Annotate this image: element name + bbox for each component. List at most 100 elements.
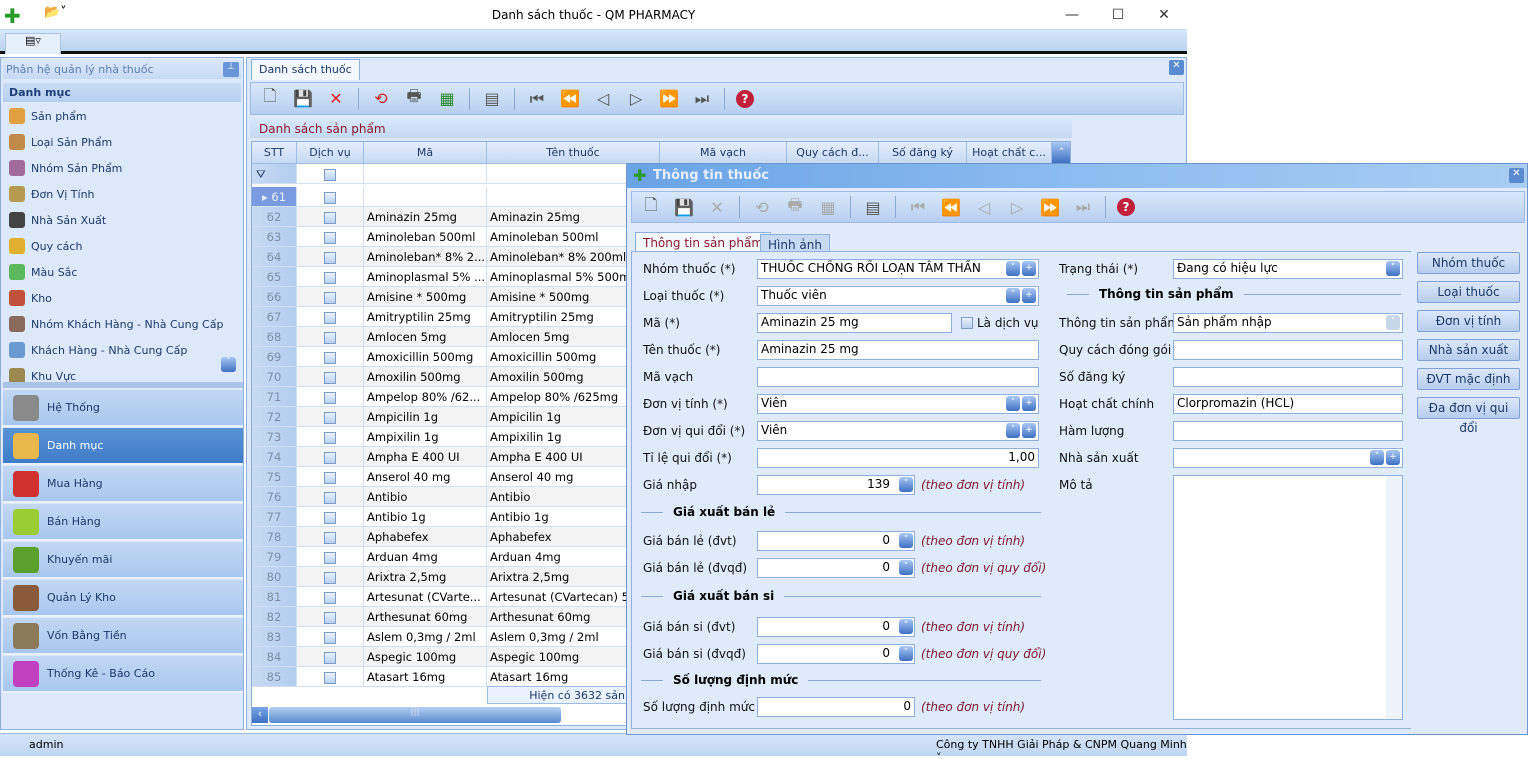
scroll-left-button[interactable]: ‹	[252, 707, 268, 723]
filter-icon[interactable]: ⛛	[252, 164, 297, 184]
gianhap-input[interactable]: 139	[757, 475, 915, 495]
sidebar-item[interactable]: Kho	[9, 287, 52, 309]
dropdown-icon[interactable]: ˅	[1386, 261, 1400, 276]
service-checkbox-cell[interactable]	[297, 587, 364, 607]
service-checkbox-cell[interactable]	[297, 447, 364, 467]
service-checkbox-cell[interactable]	[297, 607, 364, 627]
service-checkbox-cell[interactable]	[297, 547, 364, 567]
sidebar-item[interactable]: Nhà Sản Xuất	[9, 209, 106, 231]
add-icon[interactable]: +	[1022, 288, 1036, 303]
panel-toggle-button[interactable]: ▤▿	[5, 33, 61, 54]
nav-button[interactable]: Bán Hàng	[3, 504, 243, 541]
nav-button[interactable]: Mua Hàng	[3, 466, 243, 503]
mavach-input[interactable]	[757, 367, 1039, 387]
last-icon[interactable]: ⏭	[1072, 196, 1094, 218]
calculator-icon[interactable]: ▤	[862, 196, 884, 218]
side-button[interactable]: Đa đơn vị qui đổi	[1417, 397, 1520, 435]
dropdown-icon[interactable]: ˅	[1006, 396, 1020, 411]
pin-icon[interactable]: ⊥	[223, 62, 239, 77]
service-checkbox-cell[interactable]	[297, 407, 364, 427]
excel-icon[interactable]: ▦	[436, 88, 458, 110]
add-icon[interactable]: +	[1022, 396, 1036, 411]
scroll-up-button[interactable]: ˄	[1052, 142, 1070, 164]
prev-page-icon[interactable]: ⏪	[559, 88, 581, 110]
service-checkbox-cell[interactable]	[297, 187, 364, 207]
service-checkbox-cell[interactable]	[297, 627, 364, 647]
refresh-icon[interactable]: ⟲	[370, 88, 392, 110]
ten-input[interactable]: Aminazin 25 mg	[757, 340, 1039, 360]
ttsp-select[interactable]: Sản phẩm nhập	[1173, 313, 1403, 333]
service-checkbox-cell[interactable]	[297, 207, 364, 227]
nav-button[interactable]: Quản Lý Kho	[3, 580, 243, 617]
calculator-icon[interactable]: ▤	[481, 88, 503, 110]
close-button[interactable]: ✕	[1141, 4, 1187, 26]
nav-button[interactable]: Vốn Bằng Tiền	[3, 618, 243, 655]
si-qd-input[interactable]: 0	[757, 644, 915, 664]
service-checkbox-cell[interactable]	[297, 367, 364, 387]
first-icon[interactable]: ⏮	[526, 88, 548, 110]
help-icon[interactable]: ?	[736, 89, 754, 108]
service-checkbox-cell[interactable]	[297, 487, 364, 507]
nav-button[interactable]: Thống Kê - Báo Cáo	[3, 656, 243, 693]
sidebar-item[interactable]: Quy cách	[9, 235, 82, 257]
column-header[interactable]: Tên thuốc	[487, 142, 660, 164]
column-header[interactable]: Mã	[364, 142, 487, 164]
column-header[interactable]: Hoạt chất c...	[967, 142, 1052, 164]
prev-page-icon[interactable]: ⏪	[940, 196, 962, 218]
hamluong-input[interactable]	[1173, 421, 1403, 441]
le-qd-input[interactable]: 0	[757, 558, 915, 578]
prev-icon[interactable]: ◁	[973, 196, 995, 218]
minimize-button[interactable]: —	[1049, 4, 1095, 26]
side-button[interactable]: Đơn vị tính	[1417, 310, 1520, 332]
service-checkbox-cell[interactable]	[297, 287, 364, 307]
refresh-icon[interactable]: ⟲	[751, 196, 773, 218]
filter-cell[interactable]	[364, 164, 487, 184]
service-checkbox-cell[interactable]	[297, 427, 364, 447]
company-label[interactable]: Công ty TNHH Giải Pháp & CNPM Quang Minh…	[936, 738, 1187, 764]
dropdown-icon[interactable]: ˅	[1006, 288, 1020, 303]
delete-icon[interactable]: ✕	[325, 88, 347, 110]
column-header[interactable]: Số đăng ký	[879, 142, 967, 164]
service-checkbox-cell[interactable]	[297, 527, 364, 547]
vertical-scrollbar[interactable]	[1386, 476, 1402, 719]
first-icon[interactable]: ⏮	[907, 196, 929, 218]
new-icon[interactable]: 🗋	[259, 86, 281, 110]
save-icon[interactable]: 💾	[673, 196, 695, 218]
dialog-close-icon[interactable]: ✕	[1509, 168, 1524, 183]
next-icon[interactable]: ▷	[1006, 196, 1028, 218]
nsx-select[interactable]	[1173, 448, 1403, 468]
tile-input[interactable]: 1,00	[757, 448, 1039, 468]
side-button[interactable]: Nhà sản xuất	[1417, 339, 1520, 361]
sodk-input[interactable]	[1173, 367, 1403, 387]
sidebar-item[interactable]: Nhóm Khách Hàng - Nhà Cung Cấp	[9, 313, 223, 335]
next-page-icon[interactable]: ⏩	[1039, 196, 1061, 218]
nav-button[interactable]: Hệ Thống	[3, 390, 243, 427]
side-button[interactable]: ĐVT mặc định	[1417, 368, 1520, 390]
prev-icon[interactable]: ◁	[592, 88, 614, 110]
dropdown-icon[interactable]: ˅	[899, 646, 913, 661]
nav-button[interactable]: Khuyến mãi	[3, 542, 243, 579]
service-checkbox-cell[interactable]	[297, 347, 364, 367]
sl-input[interactable]: 0	[757, 697, 915, 717]
save-icon[interactable]: 💾	[292, 88, 314, 110]
sidebar-item[interactable]: Màu Sắc	[9, 261, 77, 283]
loai-select[interactable]: Thuốc viên	[757, 286, 1039, 306]
excel-icon[interactable]: ▦	[817, 196, 839, 218]
column-header[interactable]: Mã vạch	[660, 142, 787, 164]
sidebar-item[interactable]: Khách Hàng - Nhà Cung Cấp	[9, 339, 187, 361]
sidebar-item[interactable]: Sản phẩm	[9, 105, 87, 127]
sidebar-item[interactable]: Loại Sản Phẩm	[9, 131, 112, 153]
trangthai-select[interactable]: Đang có hiệu lực	[1173, 259, 1403, 279]
service-checkbox-cell[interactable]	[297, 387, 364, 407]
filter-cell[interactable]	[297, 164, 364, 184]
maximize-button[interactable]: ☐	[1095, 4, 1141, 26]
service-checkbox-cell[interactable]	[297, 467, 364, 487]
splitter[interactable]	[3, 382, 243, 388]
dropdown-icon[interactable]: ˅	[899, 560, 913, 575]
next-icon[interactable]: ▷	[625, 88, 647, 110]
sidebar-item[interactable]: Nhóm Sản Phẩm	[9, 157, 122, 179]
dropdown-icon[interactable]: ˅	[899, 619, 913, 634]
service-checkbox-cell[interactable]	[297, 667, 364, 687]
dich-vu-checkbox[interactable]	[961, 317, 973, 329]
dropdown-icon[interactable]: ˅	[899, 533, 913, 548]
